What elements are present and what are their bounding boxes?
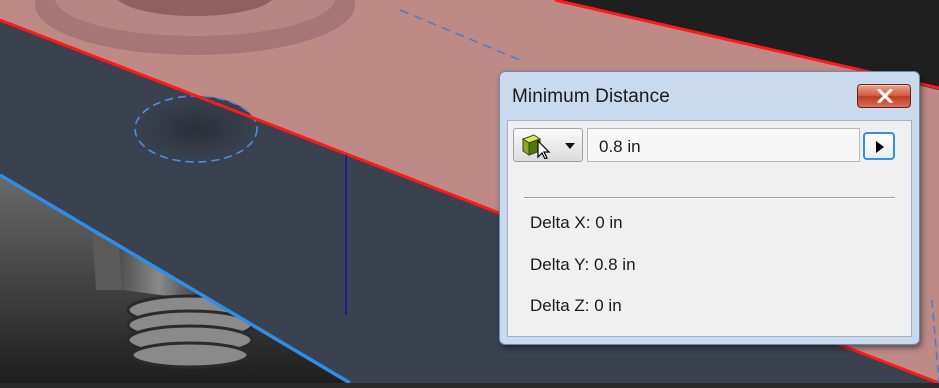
dialog-title: Minimum Distance [512,86,670,107]
distance-value-field[interactable]: 0.8 in [587,128,860,162]
select-component-icon [521,134,551,159]
dialog-titlebar[interactable]: Minimum Distance [500,72,919,120]
delta-y-readout: Delta Y: 0.8 in [530,255,636,274]
delta-x-readout: Delta X: 0 in [530,213,623,232]
close-icon [877,89,893,103]
delta-z-readout: Delta Z: 0 in [530,296,622,315]
minimum-distance-dialog[interactable]: Minimum Distance 0.8 in Delta X: 0 in De… [499,71,920,345]
separator [524,197,895,198]
play-arrow-icon [876,141,884,153]
chevron-down-icon [565,143,575,149]
dialog-body: 0.8 in Delta X: 0 in Delta Y: 0.8 in Del… [507,120,912,337]
close-button[interactable] [857,84,911,108]
expand-details-button[interactable] [863,132,895,160]
select-geometry-dropdown-button[interactable] [513,128,583,162]
